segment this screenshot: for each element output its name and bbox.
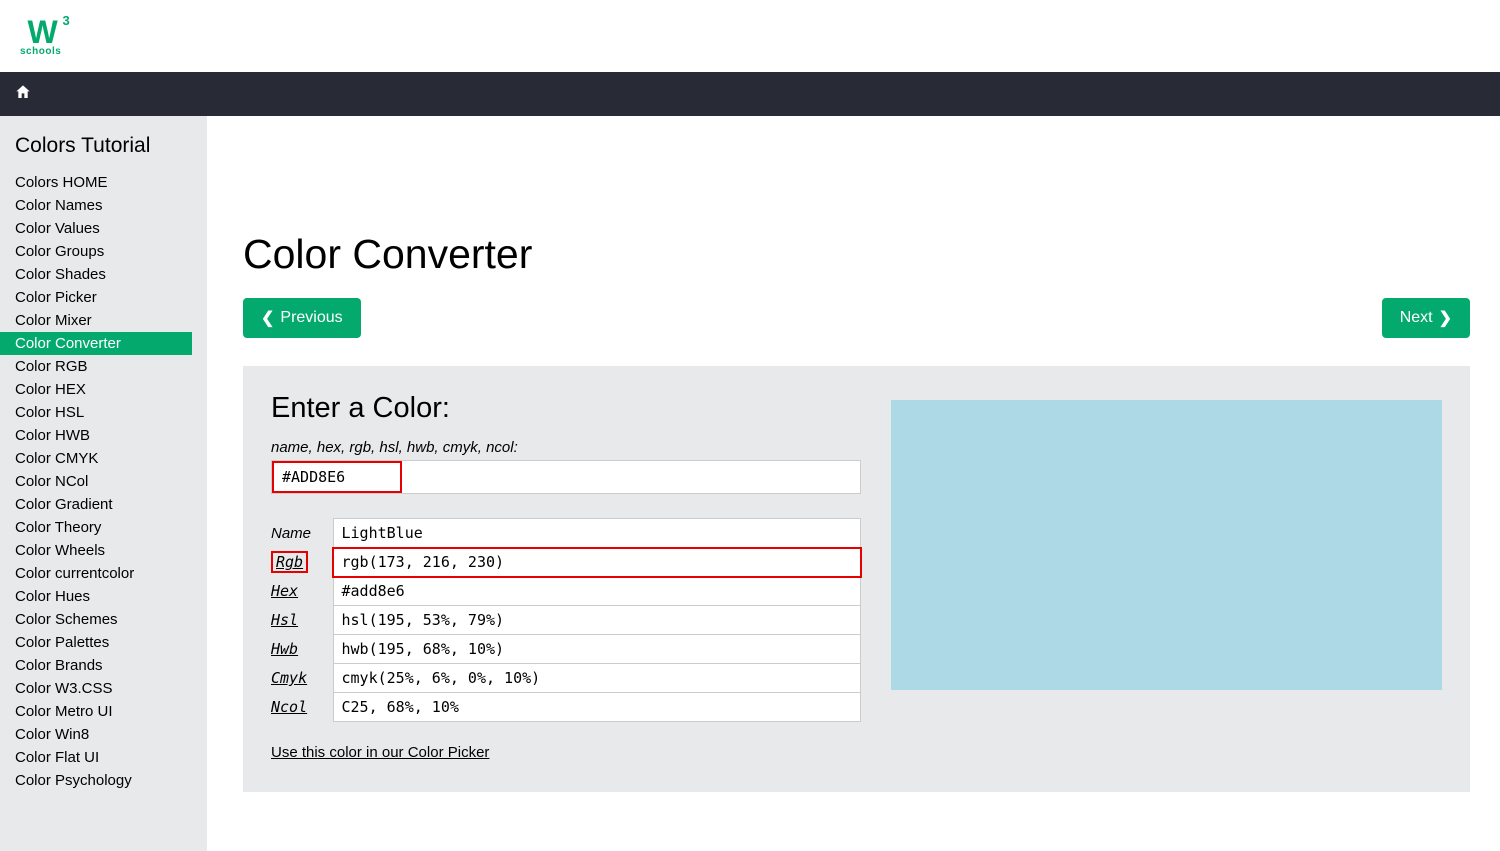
content-area: Color Converter ❮ Previous Next ❯ Enter … [207, 116, 1500, 851]
sidebar-item-color-ncol[interactable]: Color NCol [0, 470, 207, 493]
results-table: NameLightBlue Rgb rgb(173, 216, 230) Hex #ad… [271, 518, 861, 722]
color-input[interactable]: #ADD8E6 [272, 461, 402, 493]
result-link-hsl[interactable]: Hsl [271, 611, 298, 629]
sidebar-item-color-theory[interactable]: Color Theory [0, 516, 207, 539]
sidebar-item-color-picker[interactable]: Color Picker [0, 286, 207, 309]
previous-button[interactable]: ❮ Previous [243, 298, 361, 338]
result-link-hwb[interactable]: Hwb [271, 640, 298, 658]
sidebar-item-color-metro-ui[interactable]: Color Metro UI [0, 700, 207, 723]
panel-right [891, 392, 1442, 722]
sidebar-item-color-w3.css[interactable]: Color W3.CSS [0, 677, 207, 700]
sidebar-item-color-palettes[interactable]: Color Palettes [0, 631, 207, 654]
result-value-hwb: hwb(195, 68%, 10%) [333, 635, 861, 664]
panel-left: Enter a Color: name, hex, rgb, hsl, hwb,… [271, 392, 861, 722]
result-value-hsl: hsl(195, 53%, 79%) [333, 606, 861, 635]
previous-label: Previous [280, 309, 342, 327]
result-link-cmyk[interactable]: Cmyk [271, 669, 307, 687]
main-navbar [0, 72, 1500, 116]
result-label-hwb: Hwb [271, 635, 333, 664]
sidebar-item-color-converter[interactable]: Color Converter [0, 332, 192, 355]
result-value-rgb: rgb(173, 216, 230) [333, 548, 861, 577]
result-link-rgb[interactable]: Rgb [271, 551, 308, 573]
sidebar-item-color-rgb[interactable]: Color RGB [0, 355, 207, 378]
sidebar-item-color-psychology[interactable]: Color Psychology [0, 769, 207, 792]
page-title: Color Converter [243, 231, 1470, 278]
sidebar-item-color-flat-ui[interactable]: Color Flat UI [0, 746, 207, 769]
sidebar-item-color-values[interactable]: Color Values [0, 217, 207, 240]
result-value-ncol: C25, 68%, 10% [333, 693, 861, 722]
sidebar-item-color-mixer[interactable]: Color Mixer [0, 309, 207, 332]
result-label-cmyk: Cmyk [271, 664, 333, 693]
result-label-hsl: Hsl [271, 606, 333, 635]
sidebar-item-color-brands[interactable]: Color Brands [0, 654, 207, 677]
sidebar-item-color-groups[interactable]: Color Groups [0, 240, 207, 263]
sidebar-item-color-hsl[interactable]: Color HSL [0, 401, 207, 424]
sidebar-heading: Colors Tutorial [15, 134, 207, 158]
next-button[interactable]: Next ❯ [1382, 298, 1470, 338]
sidebar-item-color-schemes[interactable]: Color Schemes [0, 608, 207, 631]
color-picker-link[interactable]: Use this color in our Color Picker [271, 744, 489, 761]
nav-buttons: ❮ Previous Next ❯ [243, 298, 1470, 338]
chevron-left-icon: ❮ [261, 308, 274, 328]
result-value-hex: #add8e6 [333, 577, 861, 606]
sidebar-item-colors-home[interactable]: Colors HOME [0, 171, 207, 194]
input-hint: name, hex, rgb, hsl, hwb, cmyk, ncol: [271, 439, 861, 456]
converter-panel: Enter a Color: name, hex, rgb, hsl, hwb,… [243, 366, 1470, 792]
next-label: Next [1400, 309, 1433, 327]
result-value-name: LightBlue [333, 519, 861, 548]
sidebar-item-color-currentcolor[interactable]: Color currentcolor [0, 562, 207, 585]
result-label-rgb: Rgb [271, 548, 333, 577]
sidebar-item-color-names[interactable]: Color Names [0, 194, 207, 217]
result-label-ncol: Ncol [271, 693, 333, 722]
sidebar-item-color-hex[interactable]: Color HEX [0, 378, 207, 401]
sidebar-item-color-cmyk[interactable]: Color CMYK [0, 447, 207, 470]
sidebar-item-color-shades[interactable]: Color Shades [0, 263, 207, 286]
sidebar[interactable]: Colors Tutorial Colors HOMEColor NamesCo… [0, 116, 207, 851]
sidebar-item-color-wheels[interactable]: Color Wheels [0, 539, 207, 562]
enter-color-title: Enter a Color: [271, 392, 861, 425]
sidebar-item-color-hwb[interactable]: Color HWB [0, 424, 207, 447]
main-container: Colors Tutorial Colors HOMEColor NamesCo… [0, 116, 1500, 851]
result-label-name: Name [271, 519, 333, 548]
result-value-cmyk: cmyk(25%, 6%, 0%, 10%) [333, 664, 861, 693]
result-label-hex: Hex [271, 577, 333, 606]
w3schools-logo[interactable]: W3 schools [20, 16, 61, 57]
chevron-right-icon: ❯ [1439, 308, 1452, 328]
color-preview [891, 400, 1442, 690]
sidebar-item-color-gradient[interactable]: Color Gradient [0, 493, 207, 516]
home-icon[interactable] [14, 84, 32, 105]
sidebar-item-color-win8[interactable]: Color Win8 [0, 723, 207, 746]
color-input-wrap: #ADD8E6 [271, 460, 861, 494]
sidebar-item-color-hues[interactable]: Color Hues [0, 585, 207, 608]
top-header: W3 schools [0, 0, 1500, 72]
result-link-ncol[interactable]: Ncol [271, 698, 307, 716]
result-link-hex[interactable]: Hex [271, 582, 298, 600]
